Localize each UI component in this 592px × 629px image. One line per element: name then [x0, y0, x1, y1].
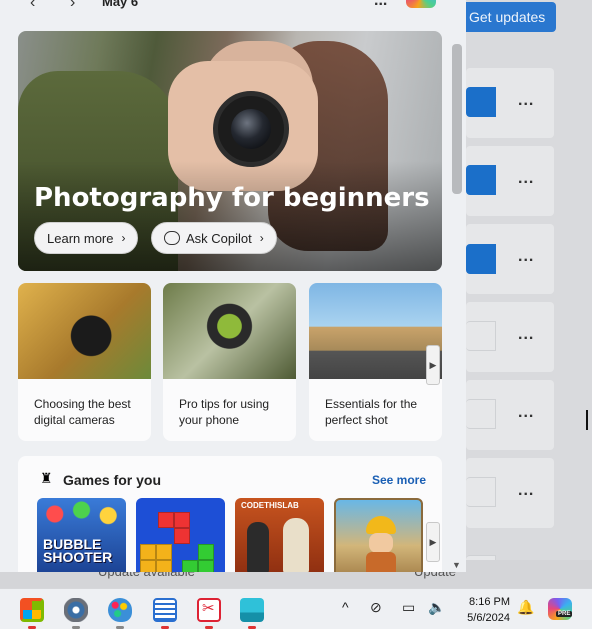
widgets-scrollbar[interactable]: ▼: [450, 30, 464, 572]
widgets-header: ‹ › May 6 ...: [0, 0, 466, 16]
update-row-more-button[interactable]: ...: [518, 92, 534, 110]
ask-copilot-button[interactable]: Ask Copilot ›: [151, 222, 277, 254]
scroll-down-arrow-icon[interactable]: ▼: [452, 560, 461, 570]
update-row-button[interactable]: [466, 87, 496, 117]
road-photo-image: [309, 283, 442, 379]
hero-shade: [18, 161, 442, 271]
widgets-more-button[interactable]: ...: [374, 0, 387, 10]
camera-lens-glass: [231, 109, 271, 149]
block: [156, 544, 172, 560]
game-tile-chess[interactable]: CODETHISLAB: [235, 498, 324, 572]
see-more-link[interactable]: See more: [372, 473, 426, 487]
game-tile-bubble-shooter[interactable]: BUBBLE SHOOTER: [37, 498, 126, 572]
resize-cursor: [586, 410, 592, 430]
miner-face: [369, 533, 393, 553]
chess-piece-white: [283, 518, 309, 572]
phone-photo-image: [163, 283, 296, 379]
chess-piece-black: [247, 522, 269, 572]
widgets-date: May 6: [102, 0, 139, 9]
update-row-button[interactable]: [466, 399, 496, 429]
camera-photo-image: [18, 283, 151, 379]
get-updates-button[interactable]: Get updates: [460, 2, 556, 32]
article-caption: Essentials for the perfect shot: [325, 397, 418, 427]
chevron-right-icon: ›: [121, 231, 126, 245]
ask-copilot-label: Ask Copilot: [186, 230, 252, 246]
microsoft-store-icon[interactable]: [20, 598, 44, 629]
article-card[interactable]: Essentials for the perfect shot: [309, 283, 442, 441]
update-row-more-button[interactable]: ...: [518, 248, 534, 266]
game-tile-brand: CODETHISLAB: [241, 501, 299, 510]
article-caption: Choosing the best digital cameras: [34, 397, 131, 427]
games-next-button[interactable]: ▶: [426, 522, 440, 562]
block: [198, 544, 214, 560]
clock-date: 5/6/2024: [467, 612, 510, 624]
forward-arrow-icon[interactable]: ›: [70, 0, 75, 12]
block: [140, 560, 156, 572]
hero-card-photography[interactable]: Photography for beginners Learn more › A…: [18, 31, 442, 271]
taskbar: ^ ⊘ ▭ 🔈 8:16 PM 5/6/2024 🔔 PRE: [0, 588, 592, 629]
article-caption: Pro tips for using your phone: [179, 397, 270, 427]
update-row-button[interactable]: [466, 477, 496, 507]
copilot-logo-icon[interactable]: [406, 0, 436, 8]
update-row-more-button[interactable]: ...: [518, 326, 534, 344]
scrollbar-thumb[interactable]: [452, 44, 462, 194]
games-title: Games for you: [63, 472, 162, 488]
block: [156, 560, 172, 572]
display-icon[interactable]: ▭: [402, 599, 415, 616]
article-card[interactable]: Choosing the best digital cameras: [18, 283, 151, 441]
paint-palette-icon[interactable]: [108, 598, 132, 629]
block: [198, 560, 214, 572]
widgets-panel: ‹ › May 6 ... Photography for beginners …: [0, 0, 466, 572]
game-tile-blocks[interactable]: [136, 498, 225, 572]
learn-more-label: Learn more: [47, 230, 114, 246]
pre-badge: PRE: [556, 611, 573, 617]
miner-body: [366, 552, 396, 572]
settings-gear-icon[interactable]: [64, 598, 88, 629]
block: [174, 512, 190, 528]
back-arrow-icon[interactable]: ‹: [30, 0, 35, 12]
game-tile-miner[interactable]: [334, 498, 423, 572]
block: [158, 512, 174, 528]
speaker-muted-icon[interactable]: 🔈: [428, 599, 445, 616]
game-piece-icon: ♜: [40, 470, 53, 486]
clock-time: 8:16 PM: [469, 596, 510, 608]
taskbar-clock[interactable]: 8:16 PM 5/6/2024: [456, 594, 510, 626]
learn-more-button[interactable]: Learn more ›: [34, 222, 139, 254]
update-row-button[interactable]: [466, 321, 496, 351]
snipping-tool-icon[interactable]: [197, 598, 221, 629]
notepad-icon[interactable]: [153, 598, 177, 629]
games-widget: ♜ Games for you See more BUBBLE SHOOTER …: [18, 456, 442, 572]
carousel-next-button[interactable]: ▶: [426, 345, 440, 385]
block: [174, 528, 190, 544]
network-off-icon[interactable]: ⊘: [370, 599, 382, 616]
notification-bell-icon[interactable]: 🔔: [517, 599, 534, 616]
copilot-preview-icon[interactable]: PRE: [548, 598, 573, 620]
update-row-button[interactable]: [466, 244, 496, 274]
remote-desktop-icon[interactable]: [240, 598, 264, 629]
block: [182, 560, 198, 572]
game-tile-text: BUBBLE SHOOTER: [43, 536, 113, 565]
update-row-button[interactable]: [466, 165, 496, 195]
article-card[interactable]: Pro tips for using your phone: [163, 283, 296, 441]
update-row-more-button[interactable]: ...: [518, 404, 534, 422]
chat-bubble-icon: [164, 231, 180, 245]
block: [140, 544, 156, 560]
hero-title: Photography for beginners: [34, 183, 430, 213]
update-row-more-button[interactable]: ...: [518, 482, 534, 500]
tray-chevron-icon[interactable]: ^: [342, 599, 349, 615]
miner-helmet: [366, 516, 396, 534]
update-row-more-button[interactable]: ...: [518, 170, 534, 188]
chevron-right-icon: ›: [259, 231, 264, 245]
